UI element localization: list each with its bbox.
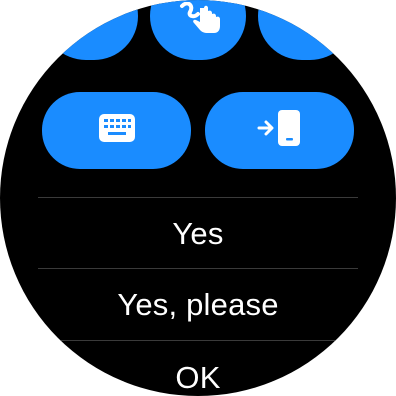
continue-on-phone-button[interactable] (205, 92, 354, 169)
quick-reply-yes-please[interactable]: Yes, please (38, 270, 358, 340)
watch-screen: Yes Yes, please OK (0, 0, 396, 396)
list-divider (38, 268, 358, 269)
list-divider (38, 197, 358, 198)
emoji-icon (282, 0, 322, 31)
handwriting-input-button[interactable] (150, 0, 246, 60)
microphone-icon (70, 1, 110, 33)
keyboard-input-button[interactable] (42, 92, 191, 169)
quick-reply-yes[interactable]: Yes (38, 200, 358, 268)
phone-input-icon (257, 109, 303, 152)
handwriting-icon (178, 1, 224, 39)
voice-input-button[interactable] (42, 0, 138, 60)
quick-reply-ok[interactable]: OK (38, 342, 358, 396)
list-divider (38, 340, 358, 341)
keyboard-icon (98, 113, 136, 148)
emoji-input-button[interactable] (258, 0, 354, 60)
